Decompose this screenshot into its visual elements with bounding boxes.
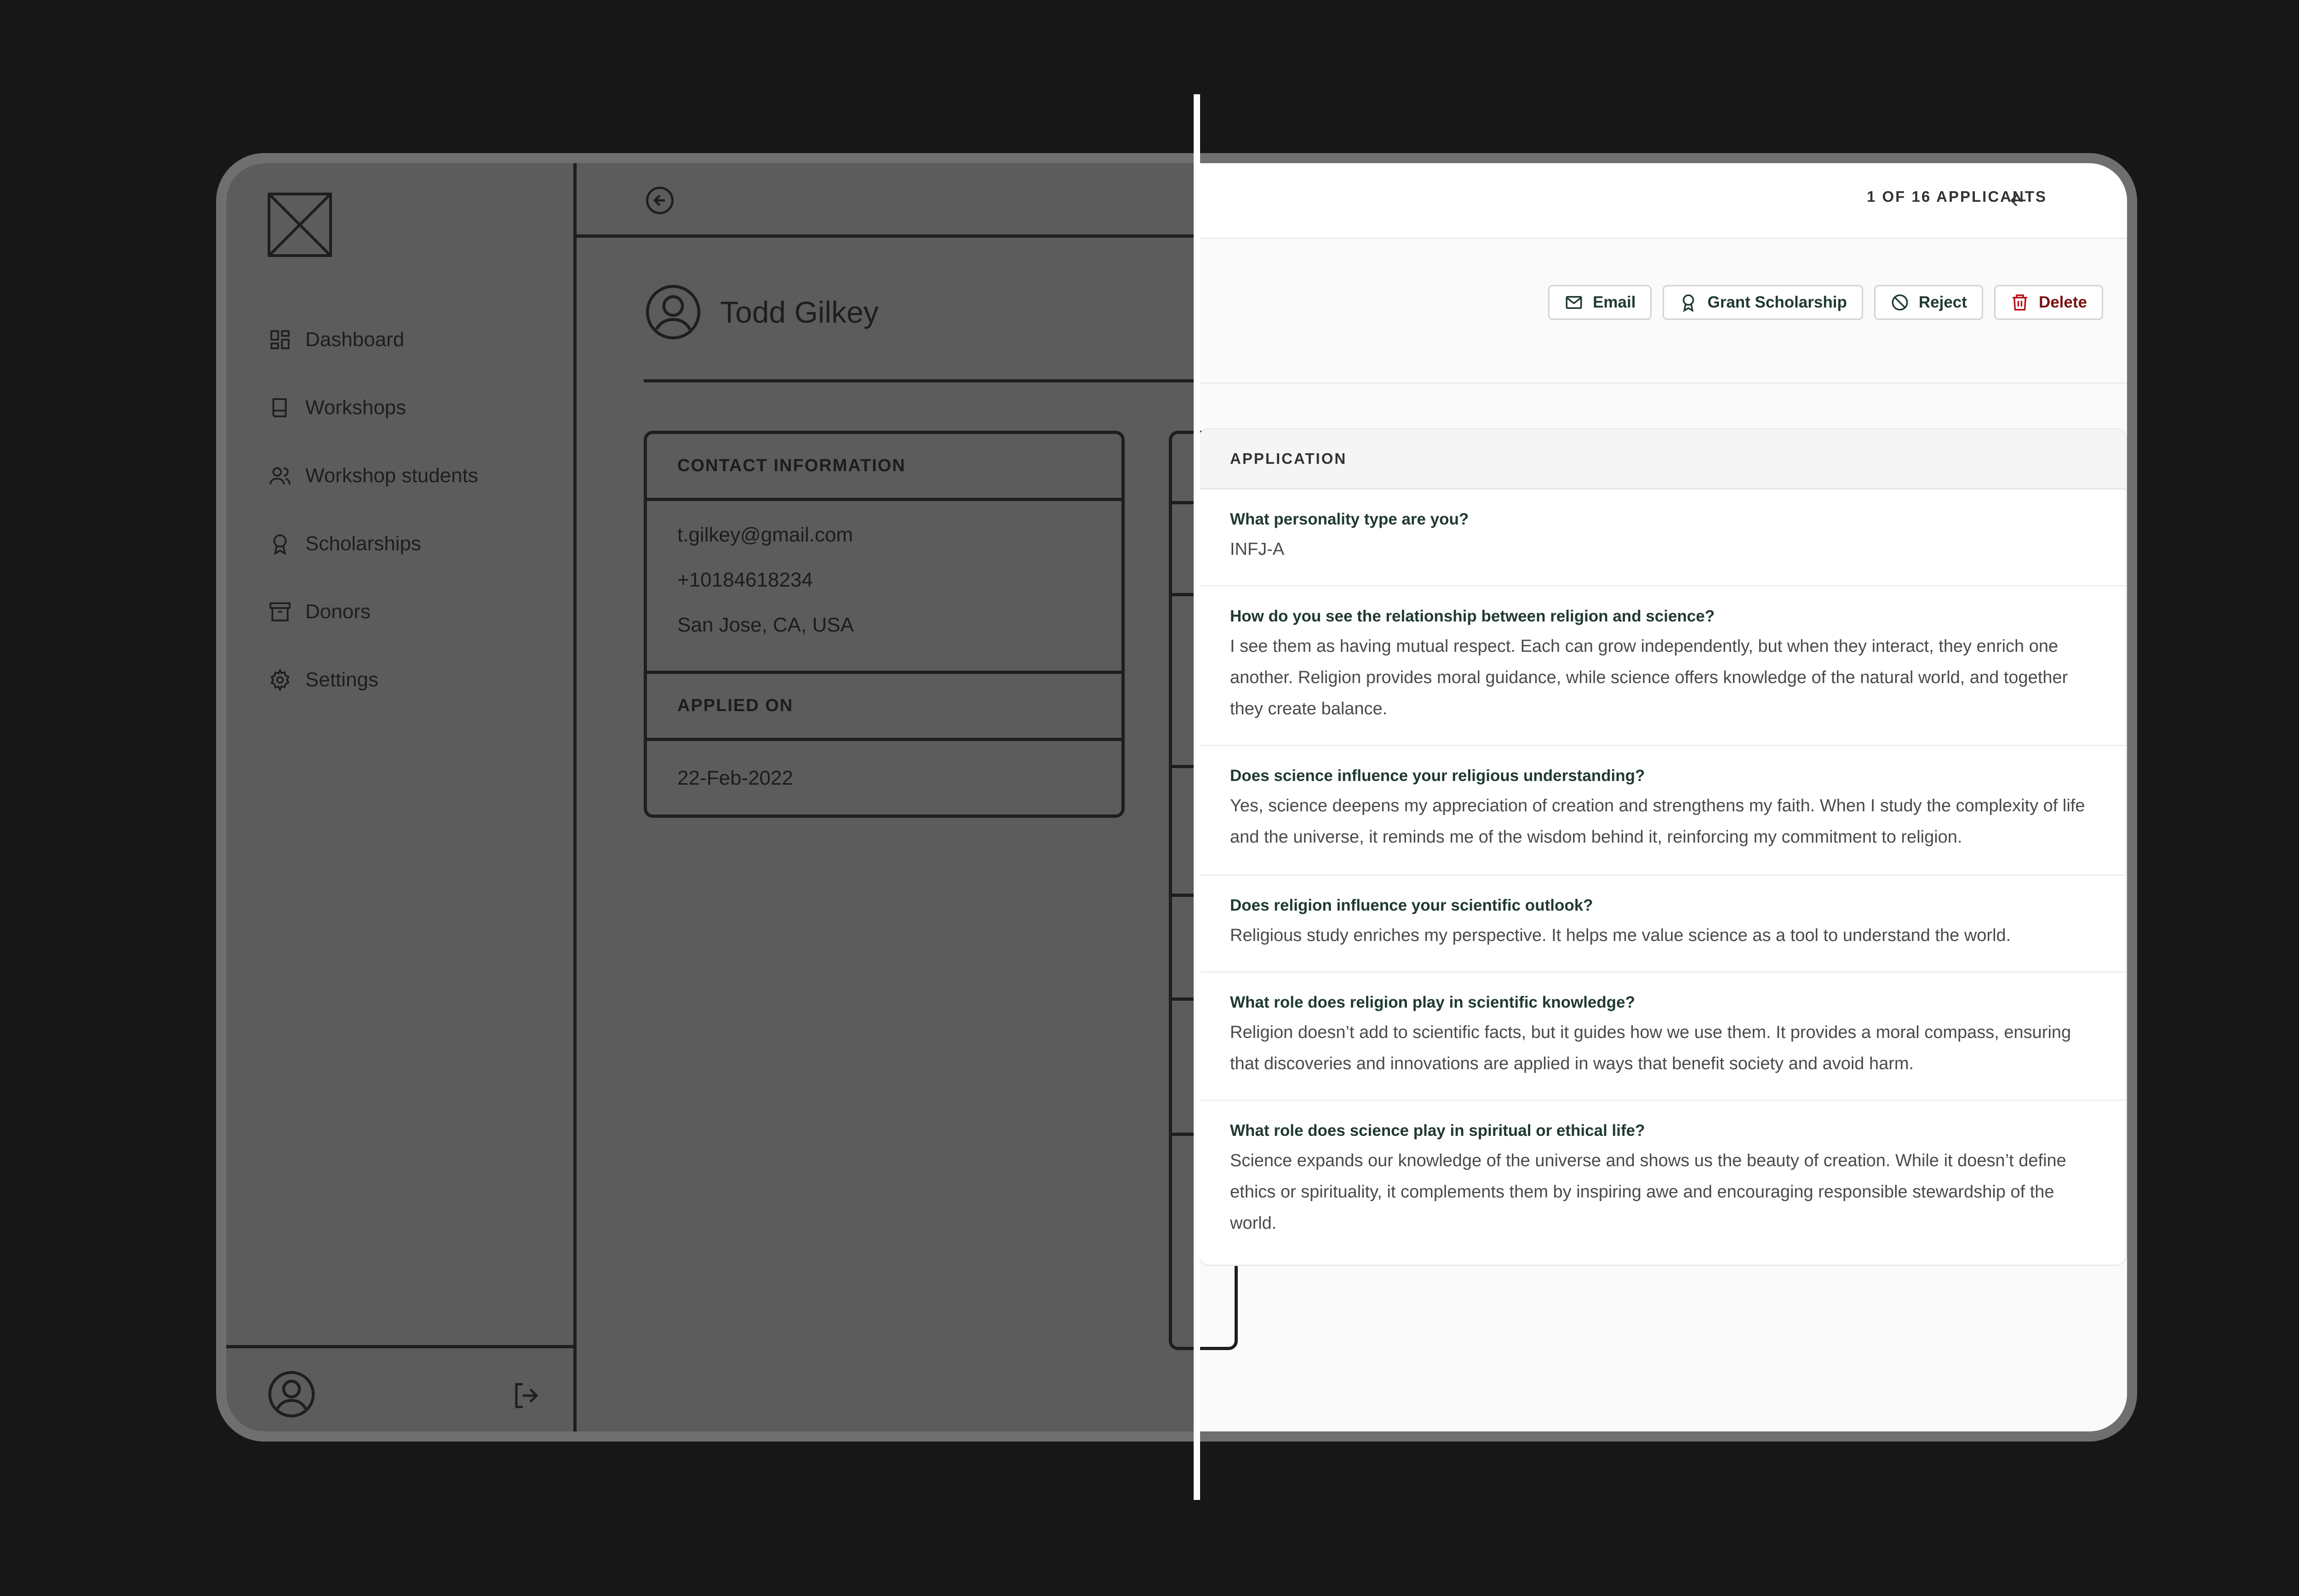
tablet-frame: Dashboard Workshops Workshop students Sc… [216, 153, 2137, 1442]
book-icon [272, 398, 287, 417]
pagination-bar: 1 OF 16 APPLICANTS [1198, 163, 2127, 239]
sidebar-item-donors[interactable]: Donors [269, 578, 478, 646]
contact-details: t.gilkey@gmail.com +10184618234 San Jose… [647, 501, 1121, 674]
delete-button[interactable]: Delete [1994, 285, 2103, 320]
header-divider [644, 379, 1198, 382]
qa-item: How do you see the relationship between … [1200, 587, 2126, 746]
sidebar-item-scholarships[interactable]: Scholarships [269, 510, 478, 578]
wireframe-view: Dashboard Workshops Workshop students Sc… [226, 163, 1238, 1431]
answer: Religion doesn’t add to scientific facts… [1230, 1023, 2071, 1073]
answer: INFJ-A [1230, 540, 1285, 559]
wireframe-topbar [577, 163, 1198, 238]
qa-item: What role does science play in spiritual… [1200, 1101, 2126, 1259]
grant-scholarship-button[interactable]: Grant Scholarship [1663, 285, 1863, 320]
application-heading: APPLICATION [1200, 429, 2126, 490]
sidebar-item-label: Scholarships [305, 532, 421, 555]
question: What role does religion play in scientif… [1230, 993, 1635, 1011]
question: What role does science play in spiritual… [1230, 1122, 1645, 1140]
sidebar-item-label: Donors [305, 600, 371, 623]
question: Does science influence your religious un… [1230, 767, 1645, 785]
sidebar-item-settings[interactable]: Settings [269, 646, 478, 714]
grid-icon [270, 330, 290, 349]
reject-button[interactable]: Reject [1874, 285, 1983, 320]
answer: Yes, science deepens my appreciation of … [1230, 796, 2085, 847]
logout-icon[interactable] [511, 1380, 542, 1411]
grant-button-label: Grant Scholarship [1707, 293, 1847, 311]
trash-icon [2013, 294, 2027, 311]
user-avatar-icon [646, 285, 701, 340]
delete-button-label: Delete [2038, 293, 2087, 311]
sidebar-item-workshop-students[interactable]: Workshop students [269, 442, 478, 510]
sidebar-item-dashboard[interactable]: Dashboard [269, 306, 478, 374]
qa-item: Does science influence your religious un… [1200, 746, 2126, 876]
application-card: APPLICATION What personality type are yo… [1198, 428, 2127, 1266]
action-bar: Email Grant Scholarship Reject Delete [1198, 239, 2127, 384]
mail-icon [1566, 296, 1582, 309]
tablet-screen: Dashboard Workshops Workshop students Sc… [226, 163, 2127, 1431]
ban-icon [1892, 294, 1908, 311]
award-icon [273, 534, 287, 555]
question: What personality type are you? [1230, 510, 1469, 528]
applicant-name: Todd Gilkey [720, 295, 879, 329]
back-circle-icon[interactable] [645, 185, 675, 216]
application-panel: 1 OF 16 APPLICANTS Email Grant Scholarsh… [1198, 163, 2127, 1431]
question: Does religion influence your scientific … [1230, 896, 1593, 914]
logo-placeholder-icon [268, 193, 332, 257]
question: How do you see the relationship between … [1230, 607, 1715, 625]
qa-item: What personality type are you? INFJ-A [1200, 490, 2126, 587]
applied-date: 22-Feb-2022 [677, 767, 793, 789]
archive-icon [269, 602, 291, 621]
answer: I see them as having mutual respect. Eac… [1230, 637, 2068, 718]
sidebar-item-label: Settings [305, 668, 378, 691]
email-button-label: Email [1593, 293, 1636, 311]
contact-phone: +10184618234 [677, 569, 813, 591]
contact-card: CONTACT INFORMATION t.gilkey@gmail.com +… [644, 431, 1125, 818]
applied-heading: APPLIED ON [647, 674, 1121, 741]
answer: Religious study enriches my perspective.… [1230, 926, 2011, 945]
sidebar-nav: Dashboard Workshops Workshop students Sc… [269, 306, 478, 714]
avatar-icon[interactable] [267, 1369, 316, 1419]
applicant-header: Todd Gilkey [644, 283, 879, 342]
qa-item: What role does religion play in scientif… [1200, 973, 2126, 1101]
contact-heading: CONTACT INFORMATION [647, 434, 1121, 501]
sidebar-item-label: Workshop students [305, 464, 478, 487]
sidebar-item-label: Dashboard [305, 328, 405, 351]
award-icon [1683, 294, 1694, 312]
sidebar-item-label: Workshops [305, 396, 406, 419]
action-buttons: Email Grant Scholarship Reject Delete [1548, 285, 2103, 320]
email-button[interactable]: Email [1548, 285, 1652, 320]
answer: Science expands our knowledge of the uni… [1230, 1151, 2066, 1233]
contact-location: San Jose, CA, USA [677, 614, 854, 636]
sidebar-footer [226, 1345, 573, 1431]
qa-item: Does religion influence your scientific … [1200, 876, 2126, 973]
contact-email[interactable]: t.gilkey@gmail.com [677, 521, 1091, 566]
sidebar: Dashboard Workshops Workshop students Sc… [226, 163, 577, 1431]
users-icon [269, 467, 291, 484]
sidebar-item-workshops[interactable]: Workshops [269, 374, 478, 442]
comparison-slider-handle[interactable] [1194, 94, 1200, 1500]
gear-icon [270, 668, 290, 691]
reject-button-label: Reject [1918, 293, 1967, 311]
applicant-count: 1 OF 16 APPLICANTS [1866, 188, 2047, 205]
